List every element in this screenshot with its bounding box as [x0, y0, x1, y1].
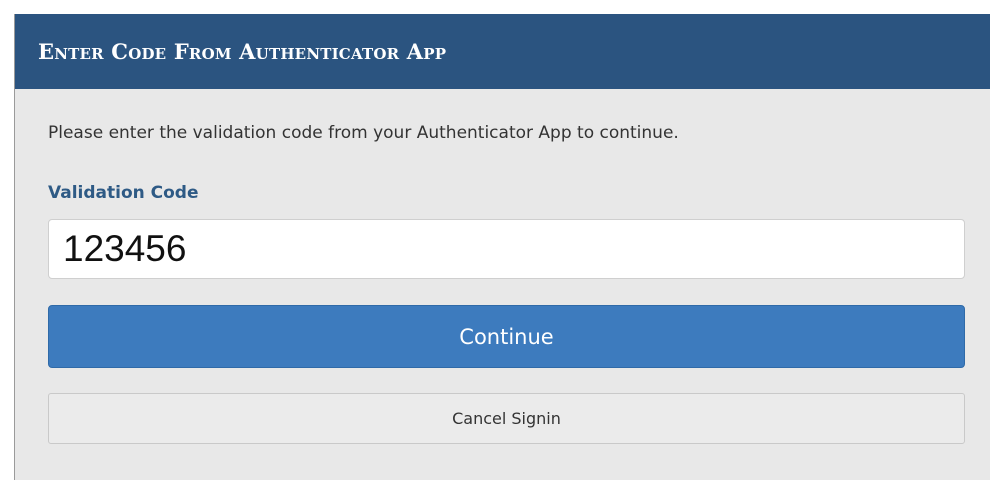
- authenticator-panel: Enter Code From Authenticator App Please…: [14, 14, 990, 480]
- continue-button[interactable]: Continue: [48, 305, 965, 368]
- panel-title: Enter Code From Authenticator App: [38, 39, 447, 64]
- panel-header: Enter Code From Authenticator App: [15, 14, 990, 89]
- validation-code-label: Validation Code: [48, 183, 199, 203]
- validation-code-input[interactable]: [48, 219, 965, 279]
- instructions-text: Please enter the validation code from yo…: [48, 123, 679, 143]
- cancel-signin-button[interactable]: Cancel Signin: [48, 393, 965, 444]
